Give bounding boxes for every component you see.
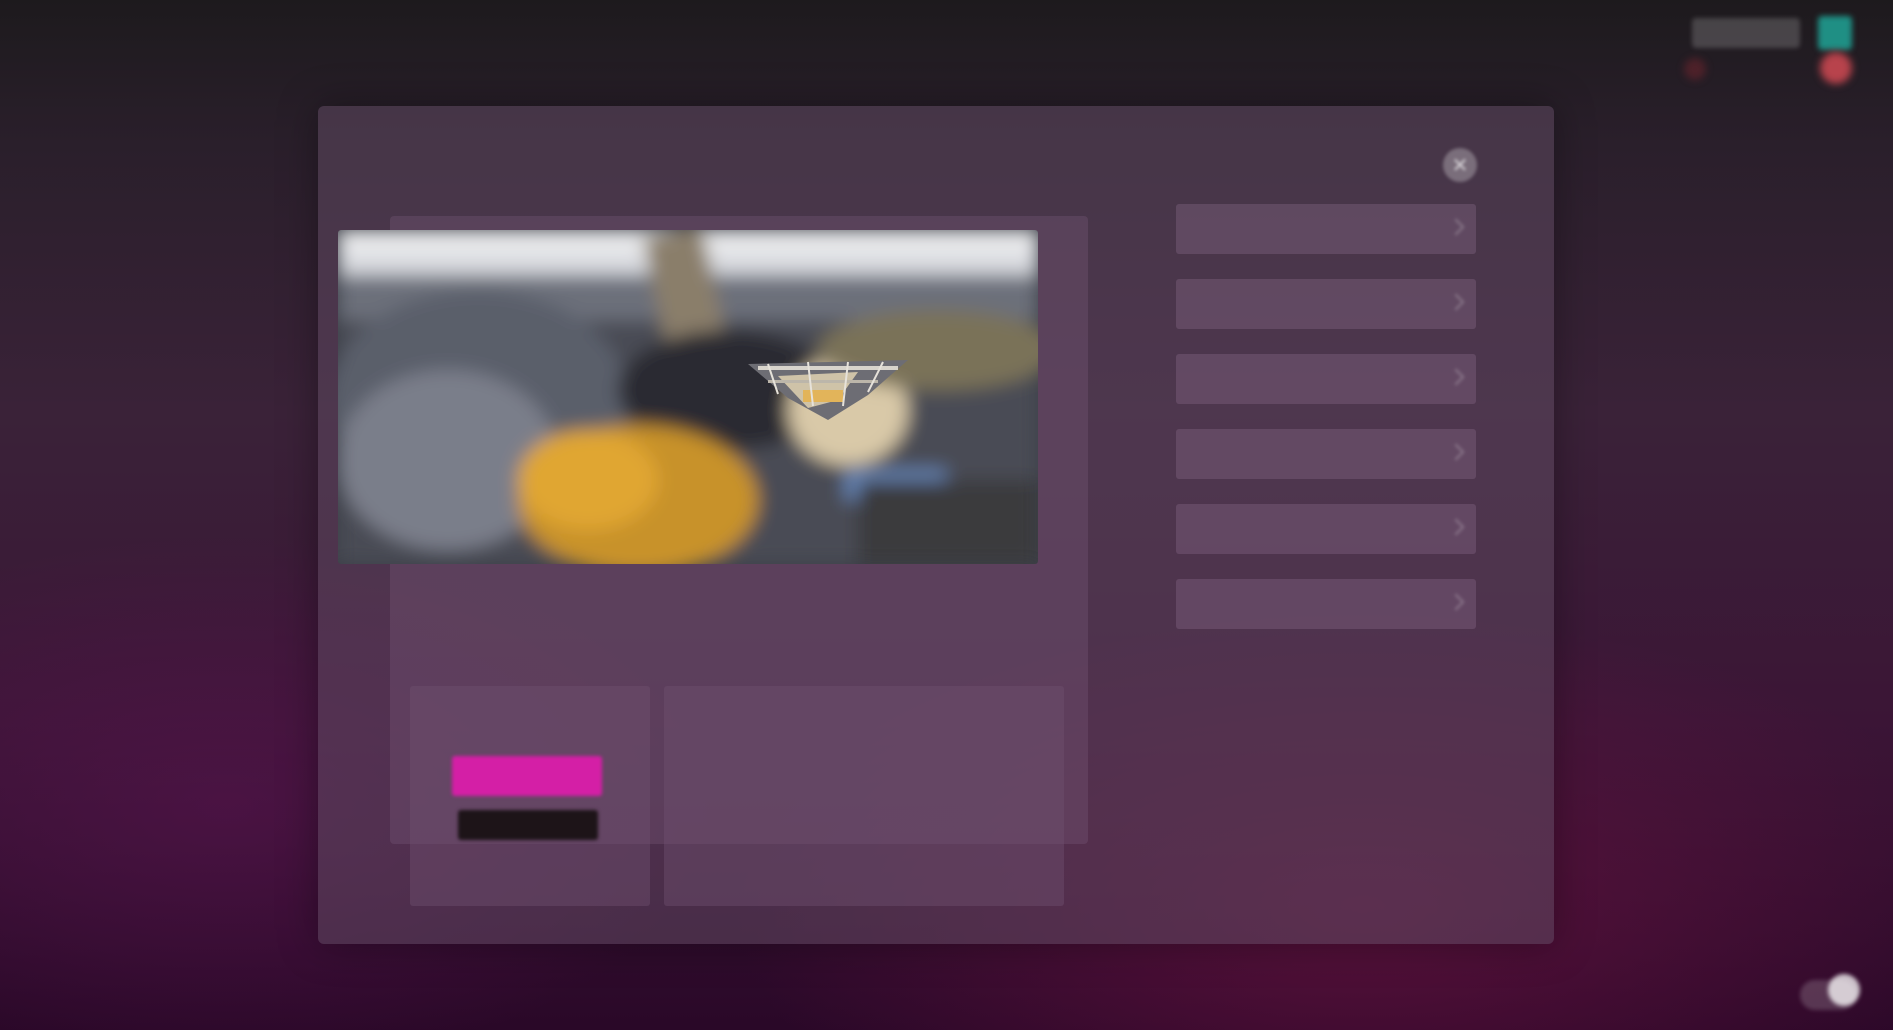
side-menu	[1176, 204, 1490, 654]
chevron-right-icon	[1447, 593, 1465, 611]
menu-item[interactable]	[1176, 429, 1476, 479]
menu-item[interactable]	[1176, 504, 1476, 554]
menu-item[interactable]	[1176, 204, 1476, 254]
alert-icon[interactable]	[1820, 52, 1852, 84]
notification-dot-icon	[1684, 58, 1706, 80]
actions-card	[410, 686, 650, 906]
close-icon: ✕	[1451, 154, 1469, 177]
corner-toggle[interactable]	[1800, 972, 1860, 1012]
chevron-right-icon	[1447, 443, 1465, 461]
menu-item[interactable]	[1176, 279, 1476, 329]
player-name-badge	[1692, 18, 1800, 48]
info-card	[664, 686, 1064, 906]
toggle-knob	[1828, 974, 1860, 1006]
close-button[interactable]: ✕	[1443, 148, 1477, 182]
profile-icon[interactable]	[1818, 16, 1852, 50]
chevron-right-icon	[1447, 218, 1465, 236]
chevron-right-icon	[1447, 293, 1465, 311]
hud-stats	[1782, 160, 1882, 216]
chevron-right-icon	[1447, 368, 1465, 386]
modal-dialog: ✕	[318, 106, 1554, 944]
menu-item[interactable]	[1176, 354, 1476, 404]
secondary-button[interactable]	[458, 810, 598, 840]
mining-excavator-image	[338, 230, 1038, 564]
chevron-right-icon	[1447, 518, 1465, 536]
menu-item[interactable]	[1176, 579, 1476, 629]
primary-button[interactable]	[452, 756, 602, 796]
hero-image	[338, 230, 1038, 564]
